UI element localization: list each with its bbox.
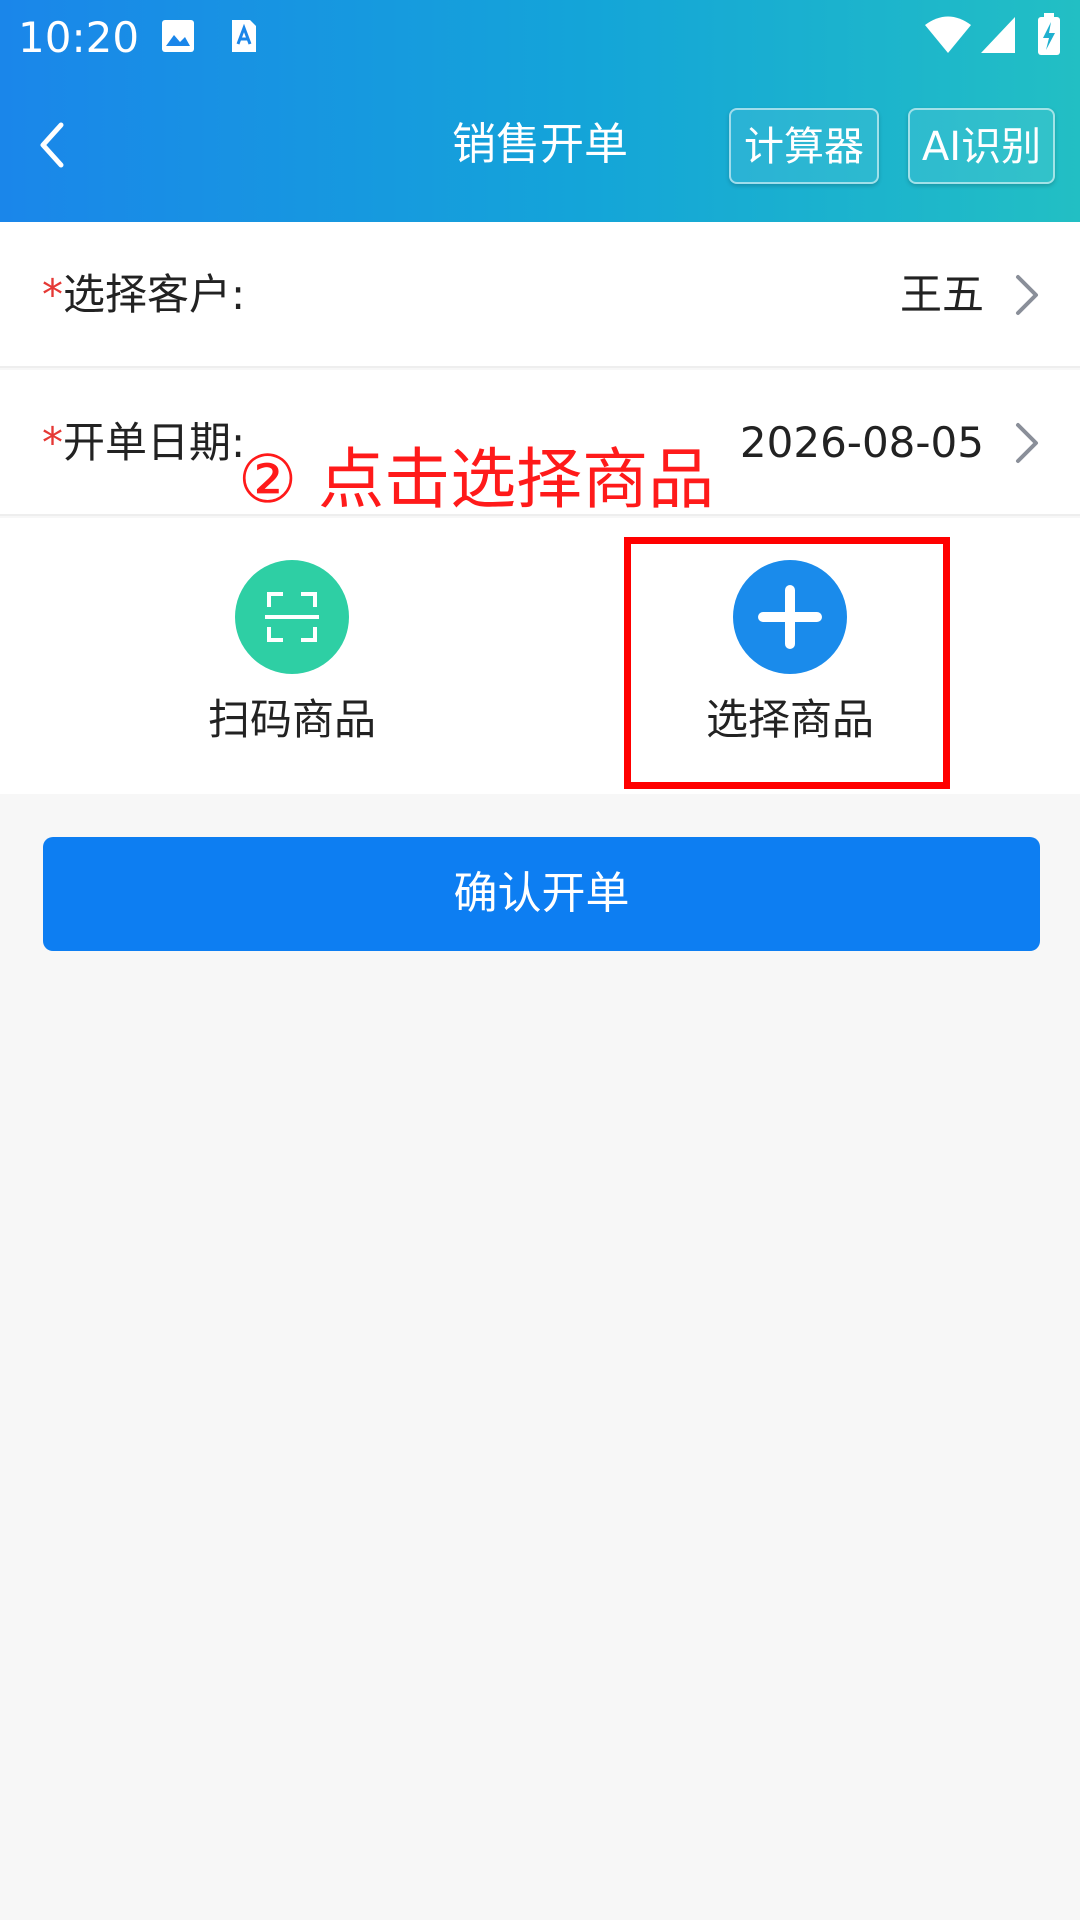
date-label: *开单日期: xyxy=(42,370,245,516)
date-value: 2026-08-05 xyxy=(739,418,984,467)
customer-value: 王五 xyxy=(899,270,984,319)
ai-recognition-button[interactable]: AI识别 xyxy=(908,108,1055,184)
annotation-highlight-box xyxy=(624,537,950,789)
scan-icon xyxy=(235,560,349,674)
date-label-text: 开单日期: xyxy=(63,418,246,467)
scan-product-button[interactable]: 扫码商品 xyxy=(132,518,452,794)
customer-row[interactable]: *选择客户: 王五 xyxy=(0,222,1080,368)
customer-label: *选择客户: xyxy=(42,222,245,368)
scan-product-label: 扫码商品 xyxy=(207,695,376,744)
chevron-right-icon xyxy=(1016,423,1038,463)
chevron-right-icon xyxy=(1016,275,1038,315)
wifi-icon xyxy=(924,16,972,58)
customer-label-text: 选择客户: xyxy=(63,270,246,319)
required-mark: * xyxy=(42,418,63,467)
battery-charging-icon xyxy=(1036,12,1062,60)
status-time: 10:20 xyxy=(18,13,140,62)
app-header: 10:20 销售开单 计算器 AI识别 xyxy=(0,0,1080,222)
cell-signal-icon xyxy=(980,16,1016,58)
annotation-text: ② 点击选择商品 xyxy=(238,441,715,518)
text-recognition-icon xyxy=(230,18,258,58)
required-mark: * xyxy=(42,270,63,319)
confirm-order-button[interactable]: 确认开单 xyxy=(43,837,1040,951)
calculator-button[interactable]: 计算器 xyxy=(729,108,879,184)
image-icon xyxy=(160,18,196,58)
